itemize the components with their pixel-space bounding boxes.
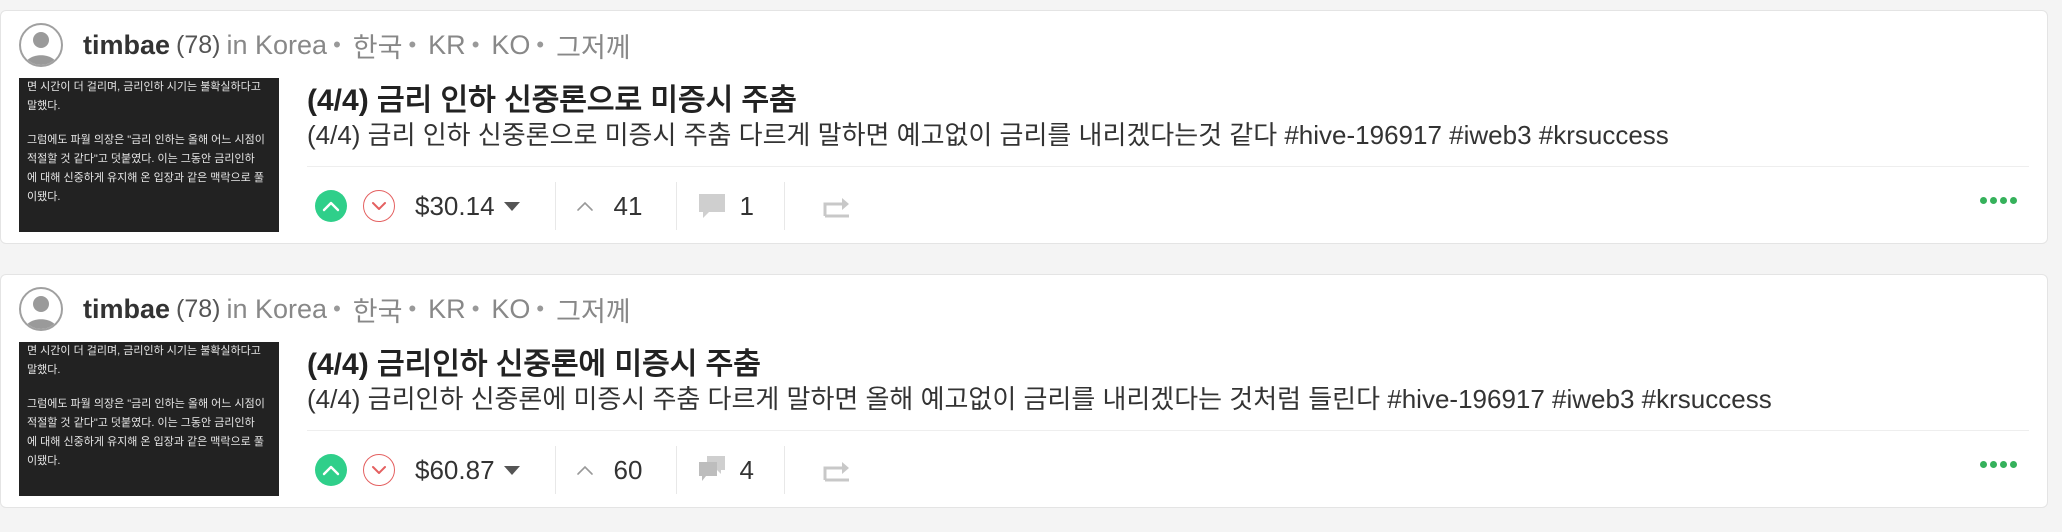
thumbnail-text: 적절할 것 같다"고 덧붙였다. 이는 그동안 금리인하 (27, 153, 255, 165)
comments-button[interactable]: 4 (697, 454, 754, 486)
post-thumbnail[interactable]: 면 시간이 더 걸리며, 금리인하 시기는 불확실하다고 말했다. 그럼에도 파… (19, 78, 279, 232)
divider (783, 182, 785, 230)
author-link[interactable]: timbae (83, 30, 170, 61)
avatar-icon[interactable] (19, 287, 63, 331)
payout-dropdown[interactable]: $60.87 (415, 455, 521, 486)
comment-icon (699, 194, 726, 218)
post-header: timbae (78) in Korea • 한국 • KR • KO • 그저… (19, 285, 631, 333)
thumbnail-text: 그럼에도 파월 의장은 "금리 인하는 올해 어느 시점이 (27, 398, 265, 410)
thumbnail-text: 이됐다. (27, 455, 61, 467)
caret-down-icon (503, 466, 520, 475)
author-link[interactable]: timbae (83, 294, 170, 325)
payout-dropdown[interactable]: $30.14 (415, 191, 521, 222)
community-link[interactable]: in Korea (227, 294, 328, 325)
separator-dot: • (408, 32, 417, 57)
post-summary[interactable]: (4/4) 금리인하 신중론에 미증시 주춤 다르게 말하면 올해 예고없이 금… (307, 379, 1772, 416)
post-actions: $30.14 41 1 (315, 182, 853, 230)
thumbnail-text: 에 대해 신중하게 유지해 온 입장과 같은 맥락으로 풀 (27, 172, 264, 184)
more-icon[interactable] (1980, 461, 2017, 468)
post-summary[interactable]: (4/4) 금리 인하 신중론으로 미증시 주춤 다르게 말하면 예고없이 금리… (307, 115, 1669, 152)
tag-link[interactable]: KR (428, 294, 466, 325)
author-reputation: (78) (176, 294, 221, 323)
thumbnail-text: 이됐다. (27, 191, 61, 203)
thumbnail-text: 면 시간이 더 걸리며, 금리인하 시기는 불확실하다고 (27, 81, 261, 93)
post-title[interactable]: (4/4) 금리 인하 신중론으로 미증시 주춤 (307, 75, 797, 119)
separator-dot: • (333, 32, 341, 57)
caret-down-icon (503, 202, 520, 211)
divider (307, 430, 2029, 431)
post-card: timbae (78) in Korea • 한국 • KR • KO • 그저… (0, 10, 2048, 244)
community-link[interactable]: in Korea (227, 30, 328, 61)
separator-dot: • (536, 32, 545, 57)
post-card: timbae (78) in Korea • 한국 • KR • KO • 그저… (0, 274, 2048, 508)
votes-count-button[interactable]: 60 (576, 454, 643, 486)
payout-value: $60.87 (415, 454, 495, 485)
post-thumbnail[interactable]: 면 시간이 더 걸리며, 금리인하 시기는 불확실하다고 말했다. 그럼에도 파… (19, 342, 279, 496)
upvote-icon[interactable] (315, 454, 347, 486)
thumbnail-text: 말했다. (27, 364, 61, 376)
thumbnail-text: 면 시간이 더 걸리며, 금리인하 시기는 불확실하다고 (27, 345, 261, 357)
comments-count: 4 (739, 454, 754, 485)
reblog-icon[interactable] (823, 194, 853, 218)
payout-value: $30.14 (415, 190, 495, 221)
tag-link[interactable]: 한국 (353, 290, 403, 329)
author-reputation: (78) (176, 30, 221, 59)
votes-chevron-icon (576, 465, 593, 475)
comments-count: 1 (739, 190, 754, 221)
thumbnail-text: 적절할 것 같다"고 덧붙였다. 이는 그동안 금리인하 (27, 417, 255, 429)
thumbnail-text: 에 대해 신중하게 유지해 온 입장과 같은 맥락으로 풀 (27, 436, 264, 448)
separator-dot: • (536, 296, 545, 321)
more-icon[interactable] (1980, 197, 2017, 204)
reblog-icon[interactable] (823, 458, 853, 482)
post-timestamp[interactable]: 그저께 (556, 26, 631, 65)
separator-dot: • (408, 296, 417, 321)
votes-count-button[interactable]: 41 (576, 190, 643, 222)
thumbnail-text: 말했다. (27, 100, 61, 112)
comments-icon (699, 456, 726, 481)
separator-dot: • (471, 32, 480, 57)
downvote-icon[interactable] (363, 190, 395, 222)
tag-link[interactable]: KO (491, 294, 530, 325)
upvote-icon[interactable] (315, 190, 347, 222)
post-timestamp[interactable]: 그저께 (556, 290, 631, 329)
votes-count: 41 (613, 190, 643, 221)
divider (676, 446, 678, 494)
avatar-icon[interactable] (19, 23, 63, 67)
divider (554, 446, 556, 494)
divider (676, 182, 678, 230)
downvote-icon[interactable] (363, 454, 395, 486)
votes-chevron-icon (576, 201, 593, 211)
tag-link[interactable]: KO (491, 30, 530, 61)
separator-dot: • (471, 296, 480, 321)
divider (307, 166, 2029, 167)
divider (783, 446, 785, 494)
post-title[interactable]: (4/4) 금리인하 신중론에 미증시 주춤 (307, 339, 761, 383)
tag-link[interactable]: 한국 (353, 26, 403, 65)
votes-count: 60 (613, 454, 643, 485)
tag-link[interactable]: KR (428, 30, 466, 61)
post-actions: $60.87 60 4 (315, 446, 853, 494)
divider (554, 182, 556, 230)
thumbnail-text: 그럼에도 파월 의장은 "금리 인하는 올해 어느 시점이 (27, 134, 265, 146)
post-header: timbae (78) in Korea • 한국 • KR • KO • 그저… (19, 21, 631, 69)
separator-dot: • (333, 296, 341, 321)
comments-button[interactable]: 1 (697, 190, 754, 222)
post-feed: timbae (78) in Korea • 한국 • KR • KO • 그저… (0, 0, 2062, 532)
